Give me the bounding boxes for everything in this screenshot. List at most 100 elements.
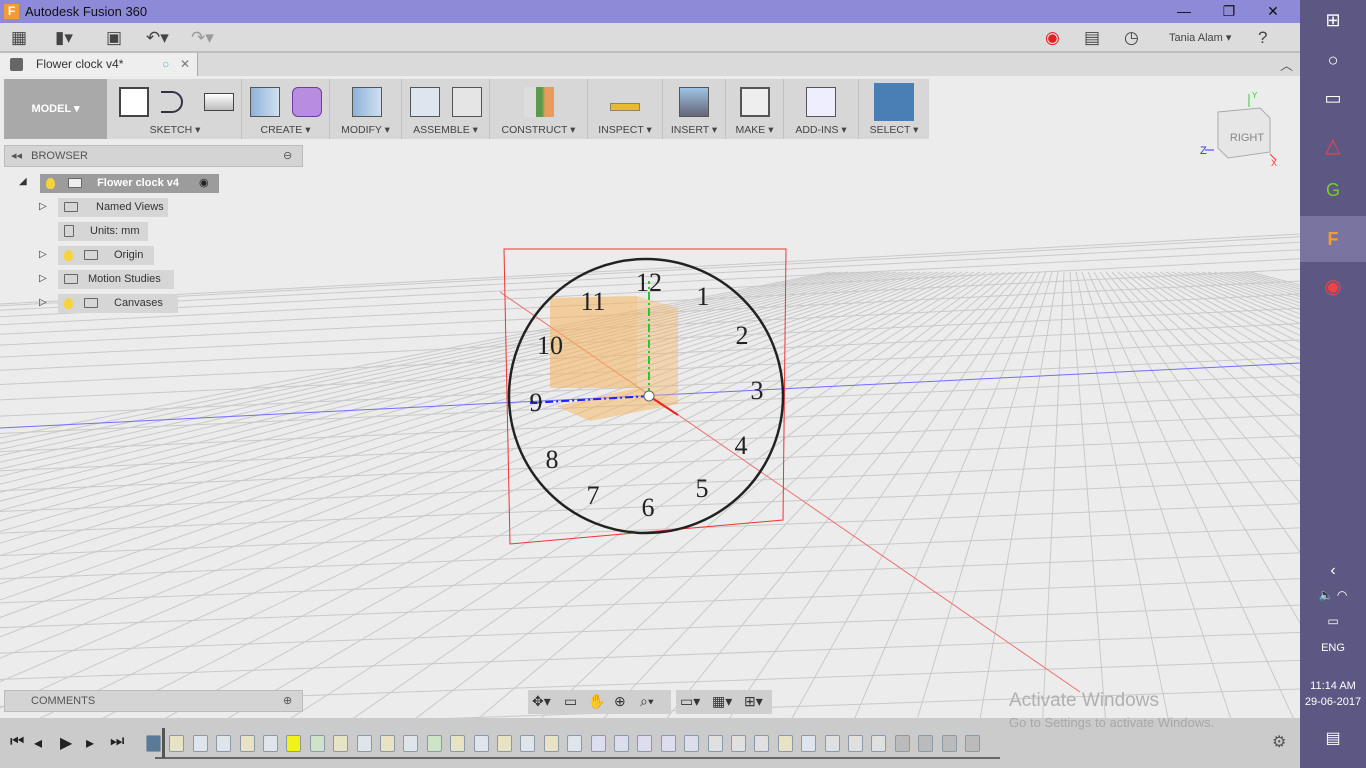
timeline-joint-feature-icon[interactable] <box>660 735 676 752</box>
battery-icon[interactable]: ▭ <box>1300 614 1366 628</box>
press-pull-icon[interactable] <box>352 87 382 117</box>
timeline-revolve-feature-icon[interactable] <box>754 735 770 752</box>
browser-item-motion-studies[interactable]: Motion Studies <box>58 270 174 289</box>
fusion-taskbar-icon[interactable]: F <box>1300 216 1366 262</box>
close-button[interactable]: ✕ <box>1250 0 1296 23</box>
close-tab-icon[interactable]: ✕ <box>180 53 190 76</box>
insert-image-icon[interactable] <box>679 87 709 117</box>
go-to-start-icon[interactable]: ⏮ <box>10 733 24 751</box>
cortana-icon[interactable]: ○ <box>1300 50 1366 71</box>
assemble-group[interactable]: ASSEMBLE ▾ <box>402 79 490 139</box>
viewcube-face-label[interactable]: RIGHT <box>1230 132 1265 144</box>
timeline-plane-highlight-feature-icon[interactable] <box>286 735 302 752</box>
timeline-fillet-feature-icon[interactable] <box>871 735 887 752</box>
grid-settings-icon[interactable]: ▦▾ <box>712 693 732 710</box>
job-status-icon[interactable]: ◷ <box>1124 28 1139 48</box>
language-indicator[interactable]: ENG <box>1300 642 1366 654</box>
chrome-app-icon[interactable]: ◉ <box>1300 274 1366 299</box>
show-hidden-icons-chevron-icon[interactable]: ‹ <box>1300 562 1366 580</box>
timeline-sketch-feature-icon[interactable] <box>497 735 512 752</box>
extrude-icon[interactable] <box>250 87 280 117</box>
timeline-thread-feature-icon[interactable] <box>894 735 910 752</box>
volume-wifi-icons[interactable]: 🔈 ◠ <box>1300 588 1366 602</box>
3d-print-icon[interactable] <box>740 87 770 117</box>
timeline-extrude-feature-icon[interactable] <box>403 735 419 752</box>
timeline-sketch-feature-icon[interactable] <box>333 735 349 752</box>
create-sketch-icon[interactable] <box>119 87 149 117</box>
3d-viewport[interactable]: 12 1234567891011 <box>0 76 1300 718</box>
timeline-marker[interactable] <box>162 728 165 758</box>
scripts-icon[interactable] <box>806 87 836 117</box>
timeline-plane-feature-icon[interactable] <box>309 735 325 752</box>
collapse-browser-icon[interactable]: ◂◂ <box>11 150 22 162</box>
help-button[interactable]: ? <box>1258 28 1267 48</box>
timeline-thread-feature-icon[interactable] <box>965 735 980 752</box>
viewports-icon[interactable]: ⊞▾ <box>744 693 763 710</box>
timeline-settings-gear-icon[interactable]: ⚙ <box>1272 732 1286 752</box>
timeline-joint-feature-icon[interactable] <box>637 735 653 752</box>
activate-radio-icon[interactable]: ◉ <box>199 174 209 193</box>
redo-icon[interactable]: ↷▾ <box>191 28 214 48</box>
action-center-icon[interactable]: ▤ <box>1300 728 1366 748</box>
spline-icon[interactable] <box>161 91 183 113</box>
notifications-icon[interactable]: ▤ <box>1084 28 1100 48</box>
browser-item-units[interactable]: Units: mm <box>58 222 148 241</box>
autodesk-app-icon[interactable]: △ <box>1300 133 1366 158</box>
timeline-revolve-feature-icon[interactable] <box>707 735 723 752</box>
expand-icon[interactable]: ▷ <box>39 273 47 284</box>
timeline-extrude-feature-icon[interactable] <box>473 735 489 752</box>
select-arrow-icon[interactable] <box>874 83 914 121</box>
orbit-icon[interactable]: ✥▾ <box>532 693 551 710</box>
sketch-group[interactable]: SKETCH ▾ <box>109 79 242 139</box>
pan-icon[interactable]: ✋ <box>588 693 605 710</box>
expand-icon[interactable]: ▷ <box>39 249 47 260</box>
timeline-fillet-feature-icon[interactable] <box>848 735 863 752</box>
form-icon[interactable] <box>292 87 322 117</box>
timeline-joint-feature-icon[interactable] <box>614 735 629 752</box>
construct-group[interactable]: CONSTRUCT ▾ <box>490 79 588 139</box>
timeline-thread-feature-icon[interactable] <box>941 735 957 752</box>
select-group[interactable]: SELECT ▾ <box>859 79 929 139</box>
timeline-sketch-feature-icon[interactable] <box>543 735 559 752</box>
look-at-icon[interactable]: ▭ <box>564 693 577 710</box>
browser-root-item[interactable]: Flower clock v4 ◉ <box>40 174 219 193</box>
timeline-extrude-feature-icon[interactable] <box>520 735 536 752</box>
timeline-joint-feature-icon[interactable] <box>684 735 700 752</box>
grammarly-app-icon[interactable]: G <box>1300 180 1366 201</box>
maximize-button[interactable]: ❐ <box>1206 0 1252 23</box>
expand-icon[interactable]: ▷ <box>39 297 47 308</box>
go-to-end-icon[interactable]: ⏭ <box>110 733 124 751</box>
step-back-icon[interactable]: ◂ <box>34 733 42 753</box>
user-menu[interactable]: Tania Alam ▾ <box>1169 31 1231 44</box>
document-tab[interactable]: Flower clock v4* ○ ✕ <box>0 53 198 76</box>
windows-start-icon[interactable]: ⊞ <box>1300 10 1366 31</box>
collapse-chevron-icon[interactable]: ︿ <box>1280 55 1293 74</box>
workspace-switcher[interactable]: MODEL ▾ <box>4 79 107 139</box>
timeline-sketch-feature-icon[interactable] <box>380 735 395 752</box>
timeline-plane-feature-icon[interactable] <box>426 735 442 752</box>
task-view-icon[interactable]: ▭ <box>1300 88 1366 109</box>
browser-minimize-icon[interactable]: ⊖ <box>283 146 292 166</box>
timeline-joint-feature-icon[interactable] <box>590 735 606 752</box>
save-icon[interactable]: ▣ <box>106 28 122 48</box>
clock-date[interactable]: 29-06-2017 <box>1300 696 1366 708</box>
minimize-button[interactable]: — <box>1161 0 1207 23</box>
expand-icon[interactable]: ▷ <box>39 201 47 212</box>
record-icon[interactable]: ◉ <box>1045 28 1060 48</box>
play-icon[interactable]: ▶ <box>60 733 72 753</box>
clock-time[interactable]: 11:14 AM <box>1300 680 1366 692</box>
display-settings-icon[interactable]: ▭▾ <box>680 693 700 710</box>
fit-icon[interactable]: ⌕▾ <box>640 693 654 710</box>
timeline-sketch-feature-icon[interactable] <box>450 735 466 752</box>
timeline-thread-feature-icon[interactable] <box>918 735 934 752</box>
timeline-sketch-feature-icon[interactable] <box>169 735 185 752</box>
timeline-fillet-feature-icon[interactable] <box>824 735 840 752</box>
measure-icon[interactable] <box>610 103 640 111</box>
timeline-canvas-feature-icon[interactable] <box>146 735 161 752</box>
browser-item-origin[interactable]: Origin <box>58 246 154 265</box>
timeline-extrude-feature-icon[interactable] <box>216 735 232 752</box>
create-group[interactable]: CREATE ▾ <box>242 79 330 139</box>
new-component-icon[interactable] <box>410 87 440 117</box>
browser-panel-header[interactable]: ◂◂ BROWSER ⊖ <box>4 145 303 167</box>
insert-group[interactable]: INSERT ▾ <box>663 79 726 139</box>
